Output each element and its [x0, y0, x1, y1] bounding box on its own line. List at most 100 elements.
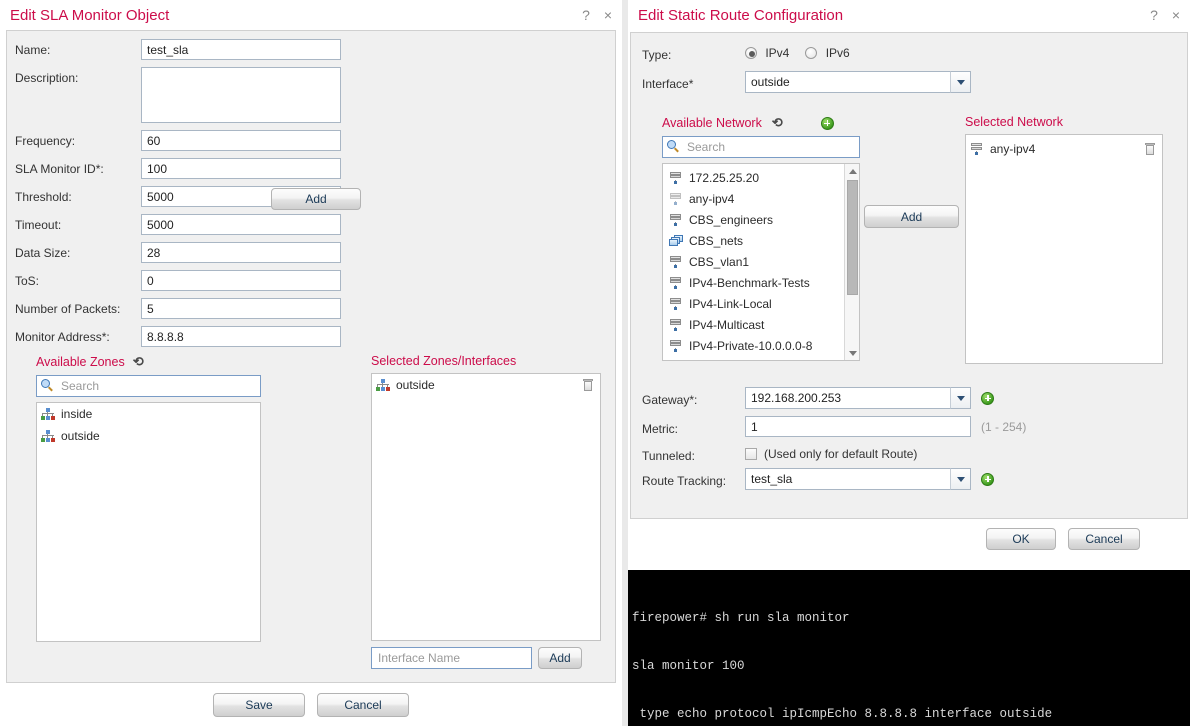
metric-hint: (1 - 254): [981, 419, 1027, 434]
list-item[interactable]: CBS_engineers: [665, 209, 844, 230]
route-tracking-select[interactable]: test_sla: [745, 468, 971, 490]
description-textarea[interactable]: [141, 67, 341, 123]
help-icon[interactable]: ?: [1150, 7, 1158, 23]
timeout-input[interactable]: [141, 214, 341, 235]
close-icon[interactable]: ×: [604, 7, 612, 23]
list-item-label: outside: [61, 429, 100, 443]
list-item-label: IPv4-Link-Local: [689, 296, 772, 311]
metric-input[interactable]: [745, 416, 971, 437]
add-interface-button[interactable]: Add: [538, 647, 582, 669]
list-item[interactable]: any-ipv4: [966, 138, 1162, 160]
list-item-label: CBS_engineers: [689, 212, 774, 227]
add-network-button[interactable]: Add: [864, 205, 959, 228]
monitor-address-input[interactable]: [141, 326, 341, 347]
interface-row: Interface* outside: [642, 71, 971, 93]
interface-select[interactable]: outside: [745, 71, 971, 93]
add-zone-button[interactable]: Add: [271, 188, 361, 210]
ok-button[interactable]: OK: [986, 527, 1056, 550]
save-button[interactable]: Save: [213, 692, 305, 717]
host-icon: [669, 255, 683, 268]
right-dialog-title: Edit Static Route Configuration: [638, 7, 844, 24]
number-of-packets-input[interactable]: [141, 298, 341, 319]
list-item[interactable]: IPv4-Benchmark-Tests: [665, 272, 844, 293]
tunneled-label: Tunneled:: [642, 449, 695, 463]
list-item-label: CBS_vlan1: [689, 254, 750, 269]
interface-name-input[interactable]: [371, 647, 532, 669]
selected-network-title: Selected Network: [965, 115, 1063, 129]
field-row-monitor-address: Monitor Address*:: [15, 326, 615, 347]
scrollbar-thumb[interactable]: [847, 180, 858, 295]
available-network-list[interactable]: 172.25.25.20 any-ipv4 CBS_engineers CBS_…: [662, 163, 860, 361]
type-radio-ipv4-label: IPv4: [765, 46, 790, 60]
refresh-icon[interactable]: ⟳: [772, 115, 783, 131]
close-icon[interactable]: ×: [1172, 7, 1180, 23]
list-item[interactable]: outside: [372, 374, 600, 396]
list-item[interactable]: CBS_vlan1: [665, 251, 844, 272]
list-item[interactable]: IPv4-Private-10.0.0.0-8: [665, 335, 844, 356]
data-size-input[interactable]: [141, 242, 341, 263]
add-gateway-icon[interactable]: [981, 391, 994, 405]
zones-search-input[interactable]: [36, 375, 261, 397]
selected-network-header: Selected Network: [965, 115, 1163, 129]
gateway-label: Gateway*:: [642, 393, 698, 407]
list-item[interactable]: any-ipv4: [665, 188, 844, 209]
plus-circle-icon[interactable]: [820, 116, 834, 130]
cancel-button[interactable]: Cancel: [1068, 527, 1140, 550]
available-zones-list[interactable]: inside outside: [36, 402, 261, 642]
selected-zones-list[interactable]: outside: [371, 373, 601, 641]
route-tracking-row: Route Tracking: test_sla: [642, 468, 994, 490]
field-row-description: Description:: [15, 67, 615, 123]
right-dialog-titlebar: Edit Static Route Configuration ? ×: [628, 0, 1190, 32]
tos-label: ToS:: [15, 274, 40, 288]
tos-input[interactable]: [141, 270, 341, 291]
chevron-down-icon[interactable]: [950, 468, 971, 490]
help-icon[interactable]: ?: [582, 7, 590, 23]
route-tracking-label: Route Tracking:: [642, 474, 727, 488]
field-row-frequency: Frequency:: [15, 130, 615, 151]
tunneled-note: (Used only for default Route): [764, 447, 918, 461]
type-radio-ipv4-group[interactable]: IPv4: [745, 46, 789, 60]
list-item-label: outside: [396, 378, 435, 392]
zone-icon: [376, 379, 390, 391]
cli-terminal[interactable]: firepower# sh run sla monitor sla monito…: [628, 570, 1190, 726]
list-item[interactable]: CBS_nets: [665, 230, 844, 251]
refresh-icon[interactable]: ⟳: [133, 354, 144, 370]
frequency-input[interactable]: [141, 130, 341, 151]
list-item[interactable]: outside: [37, 425, 260, 447]
host-icon: [669, 276, 683, 289]
add-route-tracking-icon[interactable]: [981, 472, 994, 486]
network-list-scrollbar[interactable]: [844, 164, 859, 360]
type-radio-ipv6-group[interactable]: IPv6: [805, 46, 850, 60]
terminal-line: sla monitor 100: [632, 659, 745, 673]
left-dialog-title: Edit SLA Monitor Object: [10, 7, 170, 24]
trash-icon[interactable]: [583, 378, 593, 392]
list-item[interactable]: 172.25.25.20: [665, 167, 844, 188]
list-item[interactable]: IPv4-Multicast: [665, 314, 844, 335]
radio-ipv6[interactable]: [805, 47, 818, 59]
selected-network-list[interactable]: any-ipv4: [965, 134, 1163, 364]
chevron-down-icon[interactable]: [950, 71, 971, 93]
cancel-button[interactable]: Cancel: [317, 692, 409, 717]
trash-icon[interactable]: [1145, 142, 1155, 156]
host-icon: [970, 143, 984, 155]
monitor-address-label: Monitor Address*:: [15, 330, 110, 344]
gateway-select[interactable]: 192.168.200.253: [745, 387, 971, 409]
field-row-number-of-packets: Number of Packets:: [15, 298, 615, 319]
sla-monitor-id-input[interactable]: [141, 158, 341, 179]
timeout-label: Timeout:: [15, 218, 62, 232]
chevron-down-icon[interactable]: [950, 387, 971, 409]
route-tracking-select-value: test_sla: [745, 468, 971, 490]
list-item-label: IPv4-Private-10.0.0.0-8: [689, 338, 813, 353]
host-icon: [669, 171, 683, 184]
list-item[interactable]: inside: [37, 403, 260, 425]
scroll-up-icon[interactable]: [845, 164, 859, 178]
name-input[interactable]: [141, 39, 341, 60]
scroll-down-icon[interactable]: [845, 346, 859, 360]
tunneled-checkbox[interactable]: [745, 448, 757, 460]
list-item[interactable]: IPv4-Link-Local: [665, 293, 844, 314]
network-search-wrapper: [662, 136, 860, 158]
radio-ipv4[interactable]: [745, 47, 757, 59]
interface-name-row: Add: [371, 647, 601, 669]
selected-zones-section: Selected Zones/Interfaces outside Interf…: [371, 354, 601, 669]
network-search-input[interactable]: [662, 136, 860, 158]
